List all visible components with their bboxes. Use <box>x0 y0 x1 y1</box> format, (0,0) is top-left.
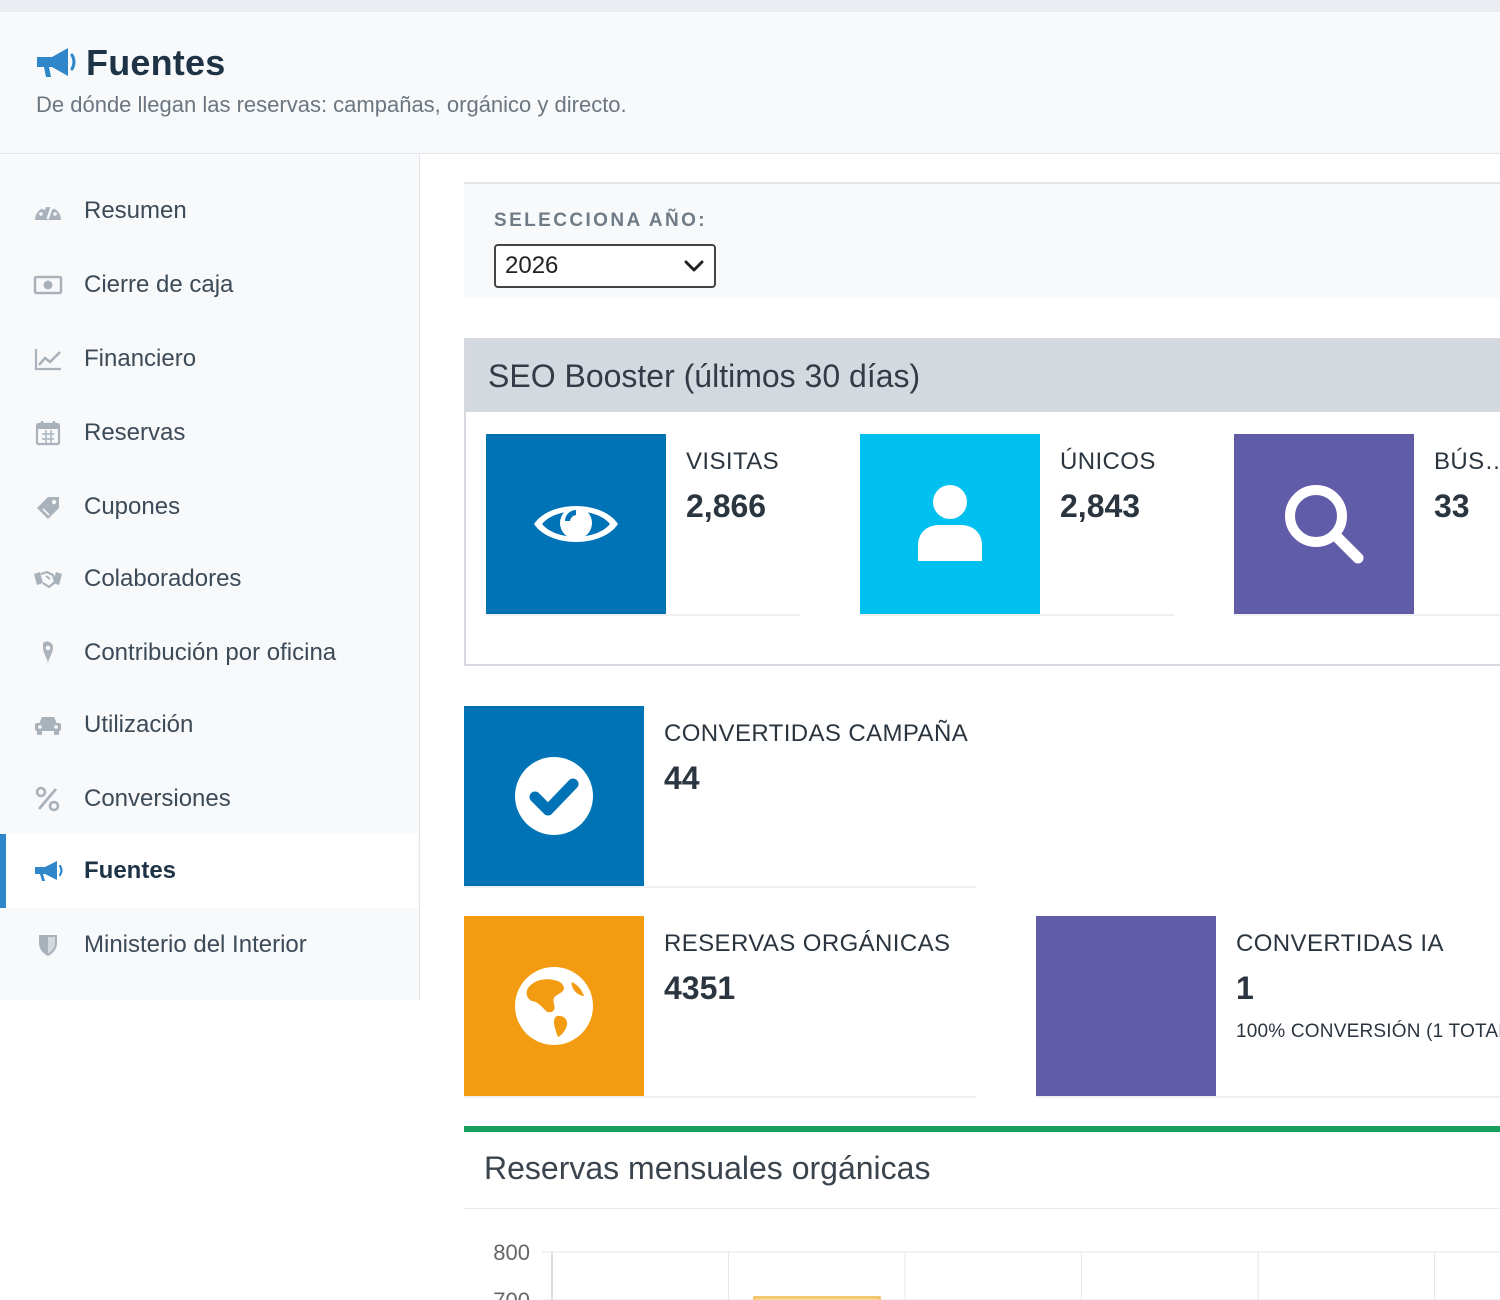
y-tick-label: 800 <box>493 1240 530 1265</box>
search-icon <box>1285 485 1364 564</box>
visits-label: VISITAS <box>686 448 780 475</box>
dashboard-gauge-icon <box>32 197 64 225</box>
check-circle-icon <box>515 757 593 835</box>
searches-info-box: BÚS… 33 <box>1234 434 1500 614</box>
sidebar-item-cupones[interactable]: Cupones <box>0 470 418 544</box>
sidebar: Resumen Cierre de caja Financiero Reserv… <box>0 154 420 1000</box>
organic-monthly-chart-card: Reservas mensuales orgánicas 800700 <box>464 1126 1500 1300</box>
sidebar-item-fuentes[interactable]: Fuentes <box>0 834 418 908</box>
user-icon <box>918 485 982 561</box>
eye-icon <box>534 506 618 542</box>
sidebar-item-conversiones[interactable]: Conversiones <box>0 762 418 836</box>
campaign-icon-block <box>464 706 644 886</box>
chevron-down-icon <box>684 260 704 272</box>
sidebar-item-utilizacion[interactable]: Utilización <box>0 688 418 762</box>
ai-icon-block <box>1036 916 1216 1096</box>
unique-icon-block <box>860 434 1040 614</box>
sidebar-item-colaboradores[interactable]: Colaboradores <box>0 542 418 616</box>
campaign-label: CONVERTIDAS CAMPAÑA <box>664 720 969 747</box>
y-tick-label: 700 <box>493 1288 530 1300</box>
searches-label: BÚS… <box>1434 448 1500 475</box>
page-title: Fuentes <box>86 42 226 83</box>
top-strip <box>0 0 1500 12</box>
calendar-icon <box>32 419 64 447</box>
handshake-icon <box>32 565 64 593</box>
sidebar-item-resumen[interactable]: Resumen <box>0 174 418 248</box>
page-subtitle: De dónde llegan las reservas: campañas, … <box>36 92 627 117</box>
visits-info-box: VISITAS 2,866 <box>486 434 800 614</box>
sidebar-item-label: Ministerio del Interior <box>84 931 307 958</box>
sidebar-item-financiero[interactable]: Financiero <box>0 322 418 396</box>
sidebar-item-label: Financiero <box>84 345 197 372</box>
campaign-value: 44 <box>664 760 700 796</box>
ai-value: 1 <box>1236 970 1254 1006</box>
page-title-row: Fuentes <box>34 42 225 84</box>
organic-label: RESERVAS ORGÁNICAS <box>664 930 951 957</box>
visits-value: 2,866 <box>686 488 767 524</box>
sidebar-item-reservas[interactable]: Reservas <box>0 396 418 470</box>
campaign-conversions-info-box: CONVERTIDAS CAMPAÑA 44 <box>464 706 976 886</box>
sidebar-item-contribucion-por-oficina[interactable]: Contribución por oficina <box>0 616 418 690</box>
sidebar-item-label: Fuentes <box>84 857 177 884</box>
page-header: Fuentes De dónde llegan las reservas: ca… <box>0 12 1500 154</box>
ai-label: CONVERTIDAS IA <box>1236 930 1444 957</box>
visits-icon-block <box>486 434 666 614</box>
organic-icon-block <box>464 916 644 1096</box>
sidebar-item-label: Cupones <box>84 493 181 520</box>
line-chart-icon <box>32 345 64 373</box>
sidebar-item-label: Utilización <box>84 711 194 738</box>
map-pin-icon <box>32 639 64 667</box>
sidebar-item-label: Reservas <box>84 419 186 446</box>
shield-icon <box>32 931 64 959</box>
ai-conversion-note: 100% CONVERSIÓN (1 TOTAL <box>1236 1021 1500 1042</box>
unique-label: ÚNICOS <box>1060 448 1156 475</box>
year-select[interactable]: 2026 <box>494 244 716 288</box>
ticket-tag-icon <box>32 493 64 521</box>
percent-icon <box>32 785 64 813</box>
globe-americas-icon <box>515 967 593 1045</box>
cash-bill-icon <box>32 271 64 299</box>
organic-monthly-chart: 800 700 <box>493 1240 1500 1300</box>
sidebar-item-cierre-de-caja[interactable]: Cierre de caja <box>0 248 418 322</box>
searches-icon-block <box>1234 434 1414 614</box>
searches-value: 33 <box>1434 488 1470 524</box>
year-select-value: 2026 <box>505 252 559 279</box>
unique-value: 2,843 <box>1060 488 1141 524</box>
sidebar-item-label: Conversiones <box>84 785 231 812</box>
organic-bookings-info-box: RESERVAS ORGÁNICAS 4351 <box>464 916 976 1096</box>
seo-booster-title: SEO Booster (últimos 30 días) <box>488 357 921 394</box>
megaphone-icon <box>37 48 76 77</box>
year-select-label: SELECCIONA AÑO: <box>494 210 707 231</box>
seo-booster-header: SEO Booster (últimos 30 días) <box>466 340 1500 412</box>
sidebar-item-label: Contribución por oficina <box>84 639 337 666</box>
sidebar-item-ministerio-del-interior[interactable]: Ministerio del Interior <box>0 908 418 982</box>
organic-value: 4351 <box>664 970 736 1006</box>
ai-conversions-info-box: CONVERTIDAS IA 1 100% CONVERSIÓN (1 TOTA… <box>1036 916 1500 1096</box>
year-filter: SELECCIONA AÑO: 2026 <box>464 182 1500 298</box>
unique-visitors-info-box: ÚNICOS 2,843 <box>860 434 1174 614</box>
sidebar-item-label: Colaboradores <box>84 565 242 592</box>
sidebar-item-label: Resumen <box>84 197 187 224</box>
megaphone-icon <box>32 857 64 885</box>
sidebar-item-label: Cierre de caja <box>84 271 234 298</box>
car-icon <box>32 711 64 739</box>
